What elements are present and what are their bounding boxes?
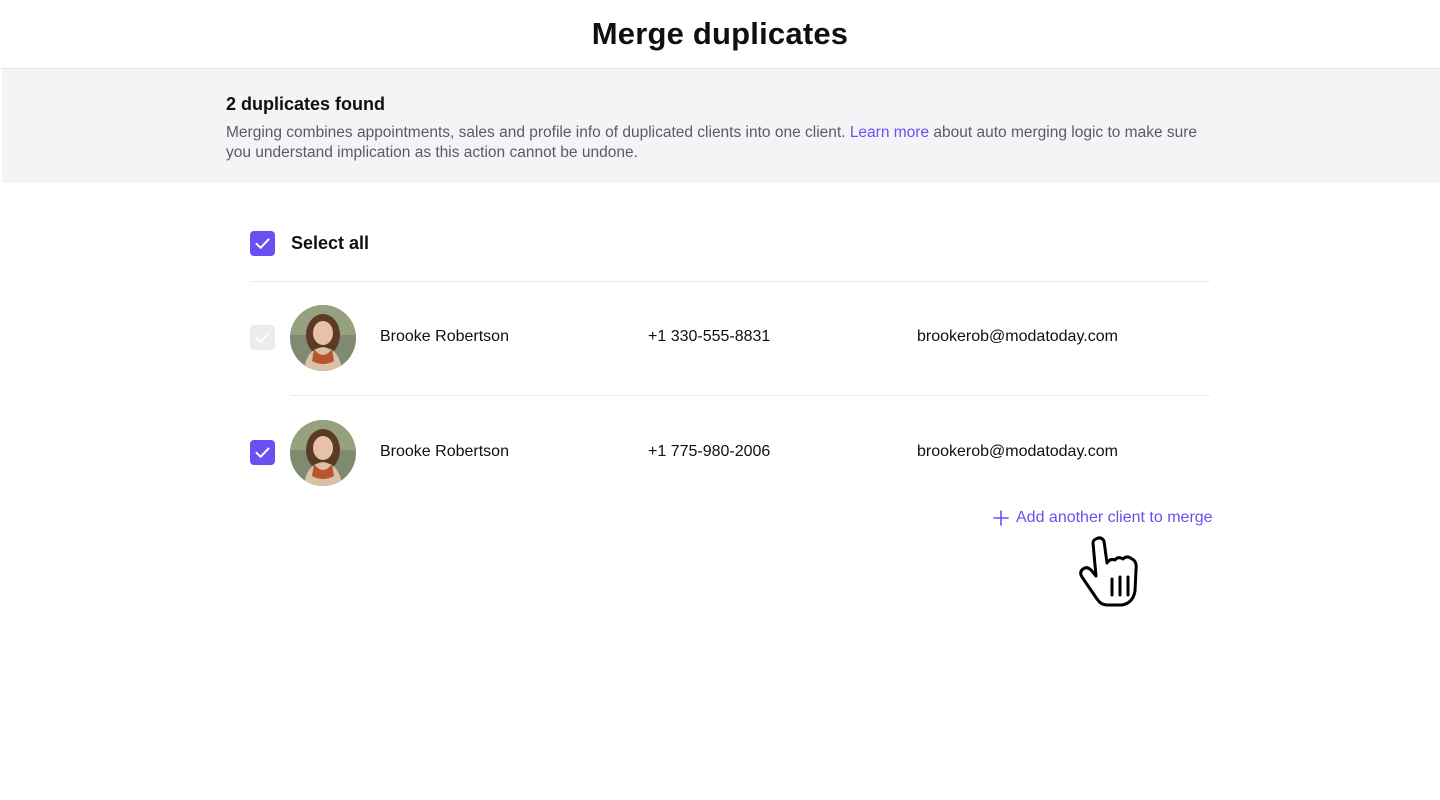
banner-title: 2 duplicates found	[226, 94, 386, 114]
select-all-checkbox[interactable]	[250, 231, 275, 256]
client-phone: +1 330-555-8831	[648, 328, 771, 345]
checkmark-icon	[255, 238, 270, 249]
select-all-label: Select all	[291, 233, 370, 253]
checkmark-icon	[255, 447, 270, 458]
add-client-button[interactable]: Add another client to merge	[992, 509, 1213, 527]
client-name: Brooke Robertson	[380, 328, 509, 345]
client-checkbox[interactable]	[250, 325, 275, 350]
page-title: Merge duplicates	[591, 16, 849, 51]
client-avatar	[290, 420, 356, 486]
add-client-label: Add another client to merge	[1016, 509, 1213, 526]
client-avatar	[290, 305, 356, 371]
client-name: Brooke Robertson	[380, 443, 509, 460]
divider	[290, 395, 1210, 396]
learn-more-link[interactable]: Learn more	[850, 124, 929, 141]
client-email: brookerob@modatoday.com	[917, 443, 1118, 460]
client-email: brookerob@modatoday.com	[917, 328, 1118, 345]
checkmark-icon	[255, 332, 270, 343]
banner-text-before: Merging combines appointments, sales and…	[226, 124, 850, 141]
client-checkbox[interactable]	[250, 440, 275, 465]
plus-icon	[993, 510, 1009, 526]
info-banner: 2 duplicates found Merging combines appo…	[2, 69, 1440, 183]
page-header: Merge duplicates	[0, 0, 1440, 69]
divider	[250, 281, 1210, 282]
client-phone: +1 775-980-2006	[648, 443, 771, 460]
hand-pointer-icon	[1079, 536, 1138, 607]
banner-text: Merging combines appointments, sales and…	[226, 123, 1216, 163]
